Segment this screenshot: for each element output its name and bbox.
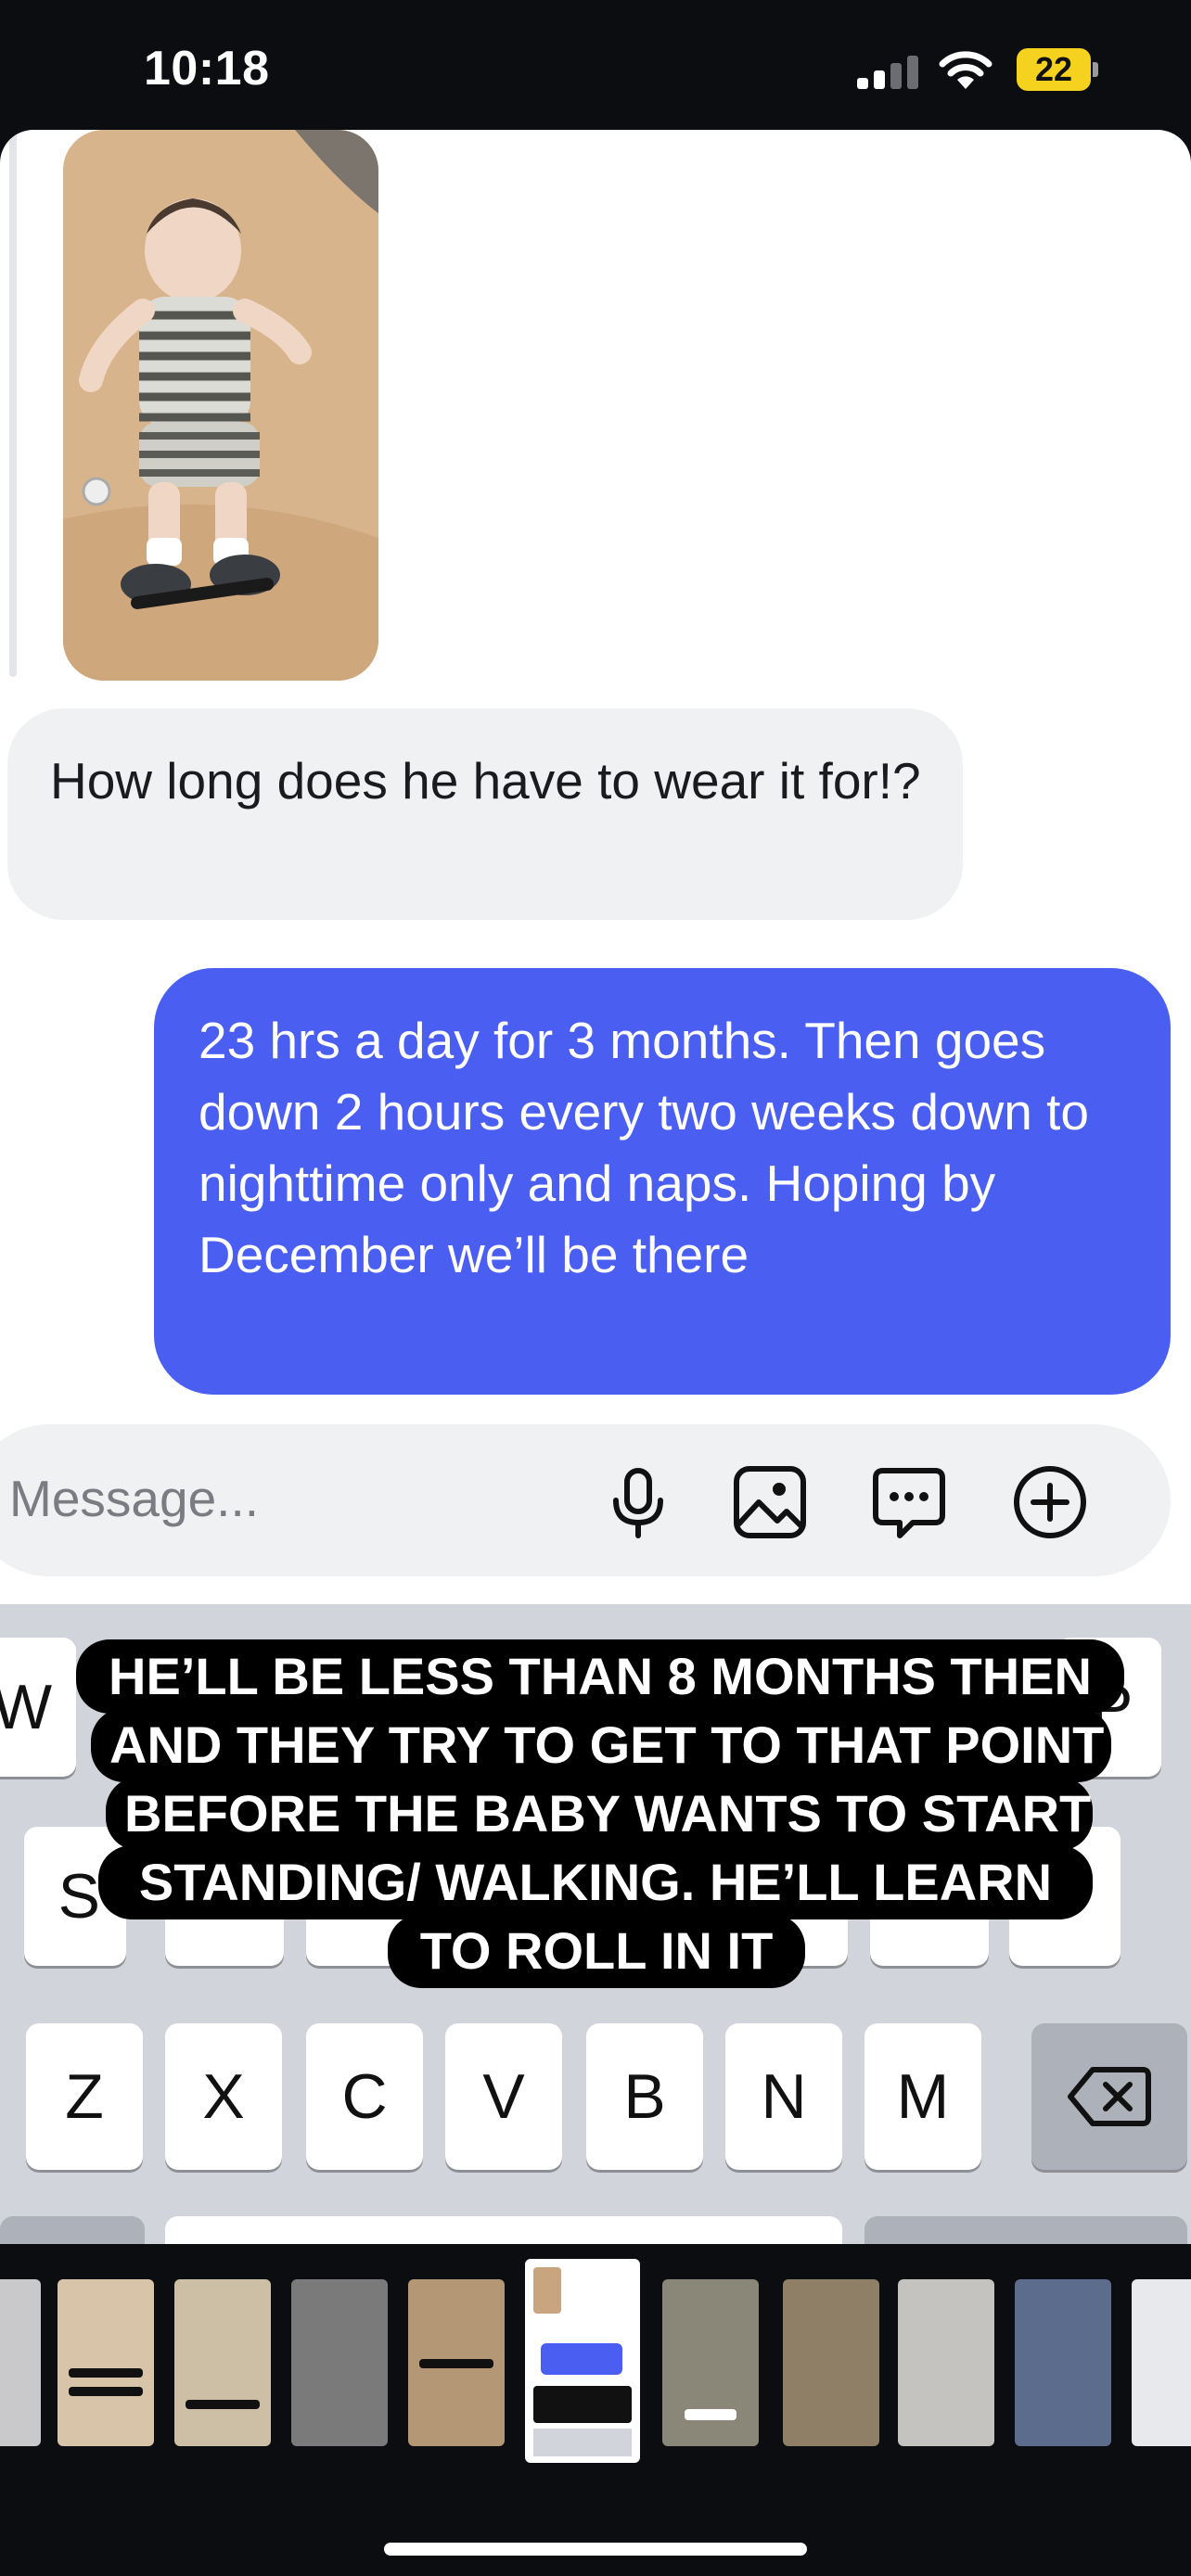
battery-icon: 22: [1017, 48, 1100, 91]
caption-line-2: AND THEY TRY TO GET TO THAT POINT: [91, 1708, 1111, 1782]
incoming-message-bubble[interactable]: How long does he have to wear it for!?: [7, 708, 963, 920]
home-indicator[interactable]: [384, 2543, 807, 2556]
keyboard[interactable]: W P S Z X C V B N M HE’LL BE LESS THAN 8…: [0, 1604, 1191, 2244]
reply-indicator-line: [9, 130, 17, 677]
baby-photo-illustration: [63, 130, 378, 681]
story-thumbnail[interactable]: [408, 2279, 505, 2446]
key-m[interactable]: M: [864, 2023, 981, 2170]
caption-line-3: BEFORE THE BABY WANTS TO START: [106, 1777, 1093, 1851]
story-thumbnail[interactable]: [291, 2279, 388, 2446]
image-icon[interactable]: [731, 1463, 809, 1541]
key-z[interactable]: Z: [26, 2023, 143, 2170]
key-v[interactable]: V: [445, 2023, 562, 2170]
space-key[interactable]: [165, 2216, 842, 2244]
outgoing-message-text: 23 hrs a day for 3 months. Then goes dow…: [198, 1012, 1089, 1283]
plus-circle-icon[interactable]: [1011, 1463, 1089, 1541]
key-x[interactable]: X: [165, 2023, 282, 2170]
incoming-message-text: How long does he have to wear it for!?: [50, 752, 921, 810]
story-thumbnail[interactable]: [1132, 2279, 1191, 2446]
backspace-key[interactable]: [1031, 2023, 1187, 2170]
shared-photo[interactable]: [63, 130, 378, 681]
number-mode-key[interactable]: [0, 2216, 145, 2244]
status-bar: 10:18 22: [0, 0, 1191, 130]
story-thumbnail-current[interactable]: [525, 2259, 640, 2463]
chat-thread[interactable]: How long does he have to wear it for!? 2…: [0, 130, 1191, 1604]
return-key[interactable]: [864, 2216, 1187, 2244]
story-thumbnail[interactable]: [58, 2279, 154, 2446]
story-thumbnail[interactable]: [0, 2279, 41, 2446]
message-composer[interactable]: Message...: [0, 1424, 1171, 1576]
backspace-icon: [1068, 2067, 1151, 2126]
key-b[interactable]: B: [586, 2023, 703, 2170]
caption-line-4: STANDING/ WALKING. HE’LL LEARN: [98, 1845, 1093, 1919]
story-thumbnail[interactable]: [898, 2279, 994, 2446]
key-w[interactable]: W: [0, 1638, 76, 1777]
key-c[interactable]: C: [306, 2023, 423, 2170]
story-thumbnail[interactable]: [783, 2279, 879, 2446]
status-time: 10:18: [144, 42, 270, 96]
sticker-chat-icon[interactable]: [870, 1463, 948, 1541]
caption-line-1: HE’LL BE LESS THAN 8 MONTHS THEN: [76, 1639, 1124, 1714]
battery-level: 22: [1017, 48, 1091, 91]
wifi-icon: [939, 51, 992, 89]
message-input[interactable]: Message...: [9, 1469, 259, 1528]
key-n[interactable]: N: [725, 2023, 842, 2170]
caption-line-5: TO ROLL IN IT: [388, 1914, 805, 1988]
story-thumbnail[interactable]: [1015, 2279, 1111, 2446]
microphone-icon[interactable]: [599, 1463, 677, 1541]
story-filmstrip[interactable]: [0, 2244, 1191, 2467]
story-thumbnail[interactable]: [662, 2279, 759, 2446]
cellular-signal-icon: [857, 56, 918, 89]
story-thumbnail[interactable]: [174, 2279, 271, 2446]
outgoing-message-bubble[interactable]: 23 hrs a day for 3 months. Then goes dow…: [154, 968, 1171, 1395]
